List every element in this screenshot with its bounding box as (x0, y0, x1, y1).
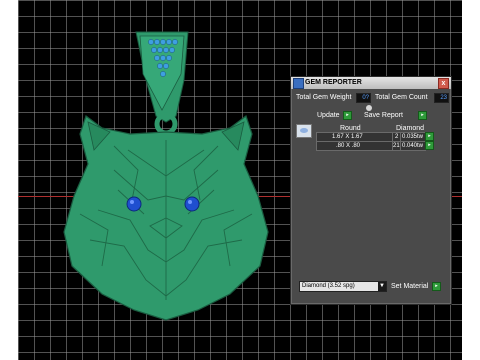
set-material-go-icon[interactable]: ▸ (432, 282, 441, 291)
gem-count: 2 (395, 134, 399, 140)
panel-titlebar[interactable]: GEM REPORTER x (291, 77, 451, 89)
update-button[interactable]: Update (317, 112, 340, 119)
row-go-icon[interactable]: ▸ (425, 132, 434, 141)
round-gem-icon (296, 124, 312, 138)
total-gem-weight-value: 0? (356, 93, 371, 103)
gem-size: 1.67 X 1.67 (332, 134, 363, 140)
gem-weight: 0.040tw (402, 143, 424, 149)
expander-icon[interactable] (366, 105, 372, 111)
material-select[interactable]: Diamond (3.52 spg) ▼ (299, 281, 387, 292)
column-header-shape: Round (340, 125, 361, 132)
close-icon[interactable]: x (438, 78, 449, 89)
material-select-value: Diamond (3.52 spg) (302, 283, 355, 289)
cad-application: GEM REPORTER x Total Gem Weight 0? Total… (0, 0, 480, 360)
save-report-go-icon[interactable]: ▸ (418, 111, 427, 120)
gem-reporter-panel: GEM REPORTER x Total Gem Weight 0? Total… (290, 76, 452, 305)
right-eye-gem (184, 196, 200, 212)
gem-weight: 0.035tw (402, 134, 424, 140)
save-report-button[interactable]: Save Report (364, 112, 403, 119)
update-go-icon[interactable]: ▸ (343, 111, 352, 120)
totals-row: Total Gem Weight 0? Total Gem Count 23 (291, 92, 451, 104)
gem-count: 21 (393, 143, 400, 149)
gem-reporter-icon (293, 78, 304, 89)
set-material-button[interactable]: Set Material (391, 283, 428, 290)
column-header-material: Diamond (396, 125, 425, 132)
total-gem-count-value: 23 (434, 93, 449, 103)
left-eye-gem (126, 196, 142, 212)
total-gem-weight-label: Total Gem Weight (296, 94, 352, 101)
total-gem-count-label: Total Gem Count (375, 94, 428, 101)
row-go-icon[interactable]: ▸ (425, 141, 434, 150)
panel-title: GEM REPORTER (305, 79, 362, 86)
material-row: Diamond (3.52 spg) ▼ Set Material ▸ (291, 281, 451, 293)
chevron-down-icon[interactable]: ▼ (378, 282, 386, 291)
gem-size: .80 X .80 (336, 143, 361, 149)
gem-table: Round Diamond 1.67 X 1.67 2 0.035tw ▸ .8… (296, 124, 446, 151)
